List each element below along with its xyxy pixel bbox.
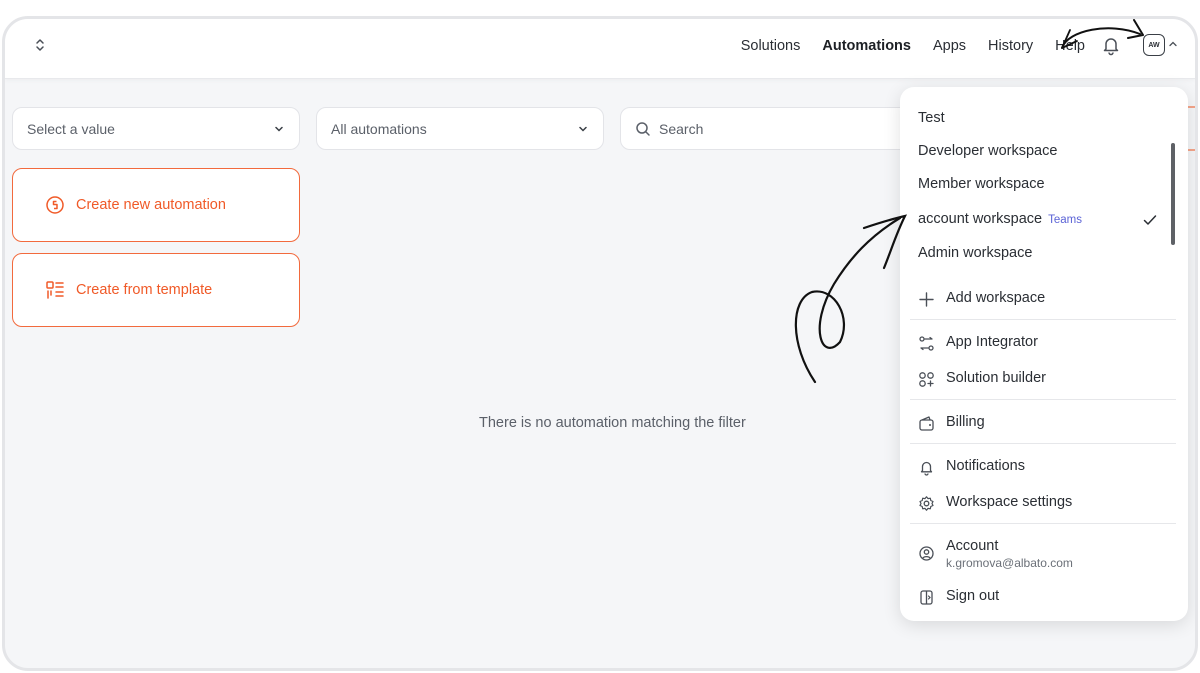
app-window: Solutions Automations Apps History Help …: [2, 16, 1198, 671]
account-block: Account k.gromova@albato.com: [946, 538, 1073, 570]
sign-out-label: Sign out: [946, 588, 1000, 604]
search-placeholder: Search: [659, 120, 704, 137]
search-icon: [636, 121, 650, 136]
create-from-template-label: Create from template: [76, 282, 213, 298]
billing-item[interactable]: Billing: [918, 414, 985, 432]
solution-builder-icon: [919, 372, 934, 387]
main-nav: Solutions Automations Apps History Help: [741, 19, 1085, 73]
sign-out-item[interactable]: Sign out: [918, 588, 999, 606]
expand-collapse-icon[interactable]: [31, 36, 49, 54]
automation-icon: [46, 196, 64, 214]
top-bar: Solutions Automations Apps History Help …: [5, 19, 1195, 79]
workspace-dropdown-menu: Test Developer workspace Member workspac…: [900, 87, 1188, 621]
chevron-up-icon[interactable]: [1168, 39, 1178, 49]
menu-divider: [910, 319, 1176, 320]
checkmark-icon: [1143, 215, 1157, 225]
menu-scrollbar[interactable]: [1171, 143, 1175, 245]
menu-divider: [910, 443, 1176, 444]
app-integrator-item[interactable]: App Integrator: [918, 334, 1038, 352]
bell-icon: [920, 461, 933, 476]
automations-filter-select[interactable]: All automations: [316, 107, 604, 150]
workspace-item-member[interactable]: Member workspace: [918, 176, 1045, 192]
search-input[interactable]: Search: [620, 107, 920, 150]
workspace-settings-label: Workspace settings: [946, 494, 1073, 510]
wallet-icon: [919, 416, 934, 431]
value-select[interactable]: Select a value: [12, 107, 300, 150]
bell-icon[interactable]: [1100, 34, 1122, 56]
add-workspace-item[interactable]: Add workspace: [918, 290, 1045, 308]
chevron-down-icon: [579, 126, 587, 132]
plus-icon: [919, 292, 934, 307]
notifications-label: Notifications: [946, 458, 1025, 474]
solution-builder-item[interactable]: Solution builder: [918, 370, 1046, 388]
solution-builder-label: Solution builder: [946, 370, 1046, 386]
app-integrator-label: App Integrator: [946, 334, 1038, 350]
gear-icon: [919, 496, 934, 511]
create-from-template-button[interactable]: Create from template: [12, 253, 300, 327]
add-workspace-label: Add workspace: [946, 290, 1046, 306]
value-select-label: Select a value: [27, 120, 115, 137]
account-email: k.gromova@albato.com: [946, 556, 1073, 570]
account-item[interactable]: Account k.gromova@albato.com: [918, 538, 1073, 570]
nav-apps[interactable]: Apps: [933, 38, 966, 54]
billing-label: Billing: [946, 414, 985, 430]
menu-divider: [910, 523, 1176, 524]
create-new-automation-button[interactable]: Create new automation: [12, 168, 300, 242]
account-label: Account: [946, 538, 999, 554]
template-icon: [46, 281, 64, 299]
nav-automations[interactable]: Automations: [822, 38, 911, 54]
avatar[interactable]: AW: [1143, 34, 1165, 56]
automations-filter-label: All automations: [331, 120, 427, 137]
workspace-item-account-label: account workspace: [918, 211, 1043, 227]
teams-badge: Teams: [1048, 214, 1082, 226]
chevron-down-icon: [275, 126, 283, 132]
sign-out-icon: [920, 590, 933, 605]
nav-help[interactable]: Help: [1055, 38, 1085, 54]
create-new-automation-label: Create new automation: [76, 197, 226, 213]
nav-solutions[interactable]: Solutions: [741, 38, 801, 54]
empty-state-message: There is no automation matching the filt…: [479, 415, 746, 431]
user-circle-icon: [919, 546, 934, 561]
workspace-item-account[interactable]: account workspace Teams: [918, 211, 1082, 227]
menu-divider: [910, 399, 1176, 400]
app-integrator-icon: [919, 336, 934, 351]
notifications-item[interactable]: Notifications: [918, 458, 1025, 476]
workspace-item-admin[interactable]: Admin workspace: [918, 245, 1032, 261]
workspace-item-developer[interactable]: Developer workspace: [918, 143, 1057, 159]
workspace-settings-item[interactable]: Workspace settings: [918, 494, 1072, 512]
workspace-item-test[interactable]: Test: [918, 110, 945, 126]
nav-history[interactable]: History: [988, 38, 1033, 54]
